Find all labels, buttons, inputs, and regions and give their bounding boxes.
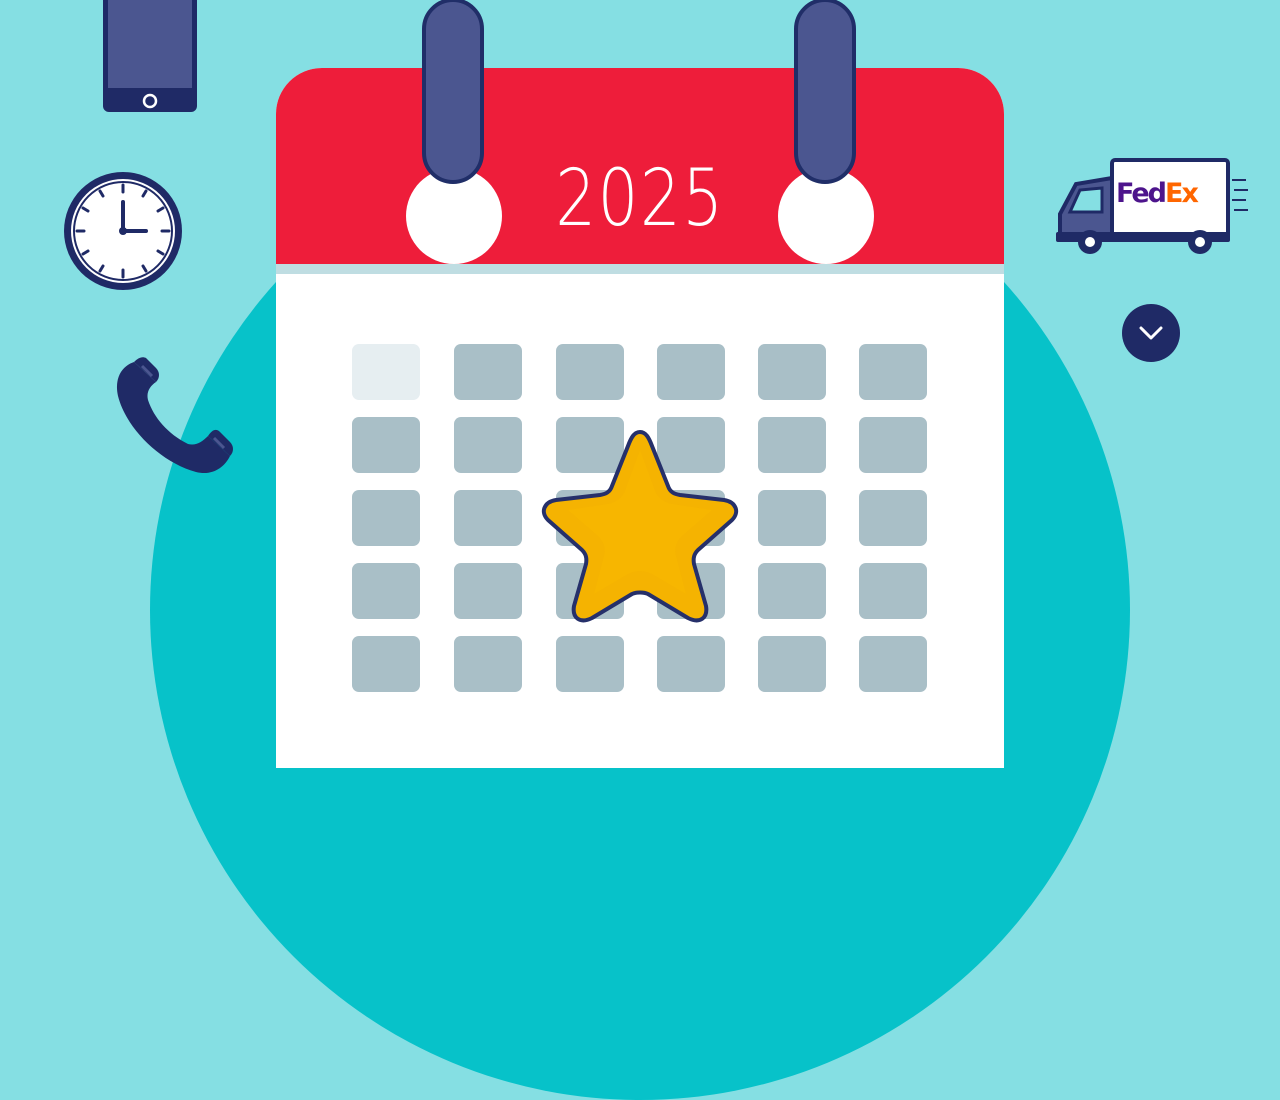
delivery-truck-icon: FedEx bbox=[1056, 158, 1248, 254]
date-cell[interactable] bbox=[454, 636, 522, 692]
star-icon bbox=[541, 430, 739, 623]
date-cell[interactable] bbox=[454, 417, 522, 473]
binder-ring-right bbox=[794, 0, 856, 184]
calendar: 2025 bbox=[276, 68, 1004, 768]
date-cell[interactable] bbox=[352, 344, 420, 400]
date-cell[interactable] bbox=[454, 490, 522, 546]
date-cell[interactable] bbox=[758, 636, 826, 692]
date-cell[interactable] bbox=[352, 417, 420, 473]
date-cell[interactable] bbox=[758, 490, 826, 546]
chevron-down-icon bbox=[1139, 326, 1163, 340]
date-cell[interactable] bbox=[657, 636, 725, 692]
telephone-handset-icon bbox=[116, 357, 233, 474]
date-cell[interactable] bbox=[859, 636, 927, 692]
date-cell[interactable] bbox=[859, 490, 927, 546]
calendar-header-divider bbox=[276, 264, 1004, 274]
date-cell[interactable] bbox=[758, 563, 826, 619]
date-cell[interactable] bbox=[352, 490, 420, 546]
date-cell[interactable] bbox=[454, 344, 522, 400]
svg-text:FedEx: FedEx bbox=[1116, 178, 1198, 209]
smartphone-icon bbox=[103, 0, 197, 112]
date-cell[interactable] bbox=[454, 563, 522, 619]
clock-icon bbox=[64, 172, 182, 290]
date-cell[interactable] bbox=[657, 344, 725, 400]
date-cell[interactable] bbox=[352, 563, 420, 619]
date-cell[interactable] bbox=[758, 417, 826, 473]
date-cell[interactable] bbox=[859, 417, 927, 473]
date-cell[interactable] bbox=[352, 636, 420, 692]
binder-ring-left bbox=[422, 0, 484, 184]
date-cell[interactable] bbox=[859, 344, 927, 400]
date-cell[interactable] bbox=[556, 344, 624, 400]
date-cell[interactable] bbox=[859, 563, 927, 619]
date-cell[interactable] bbox=[758, 344, 826, 400]
date-cell[interactable] bbox=[556, 636, 624, 692]
chevron-down-button[interactable] bbox=[1122, 304, 1180, 362]
